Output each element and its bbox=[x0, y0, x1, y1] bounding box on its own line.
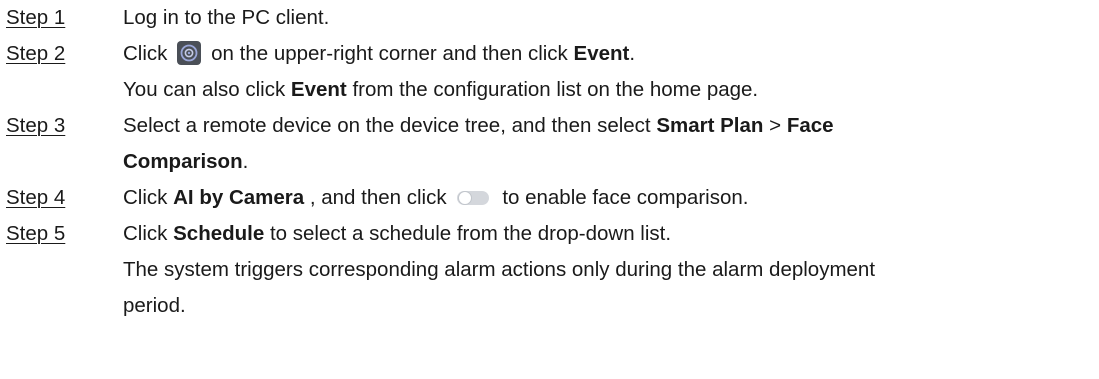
step-2-pre: Click bbox=[123, 42, 168, 65]
step-note: The system triggers corresponding alarm … bbox=[123, 252, 1089, 288]
step-3-bold-1: Smart Plan bbox=[656, 114, 764, 137]
step-4: Step 4 Click AI by Camera , and then cli… bbox=[0, 180, 1099, 216]
step-label: Step 1 bbox=[6, 6, 66, 29]
step-5-note-line-1: The system triggers corresponding alarm … bbox=[123, 258, 876, 281]
step-4-post: to enable face comparison. bbox=[502, 186, 749, 209]
step-3-sep: > bbox=[769, 114, 782, 137]
step-text: Click Schedule to select a schedule from… bbox=[123, 216, 1089, 252]
step-body: Click on the upper-right corner and then… bbox=[123, 36, 1099, 108]
step-text: Click AI by Camera , and then click to e… bbox=[123, 180, 1089, 216]
step-5-pre: Click bbox=[123, 222, 168, 245]
step-5-post: to select a schedule from the drop-down … bbox=[269, 222, 672, 245]
step-label: Step 5 bbox=[6, 222, 66, 245]
step-text: Log in to the PC client. bbox=[123, 0, 1089, 36]
step-body: Log in to the PC client. bbox=[123, 0, 1099, 36]
step-4-mid: , and then click bbox=[309, 186, 447, 209]
step-3-post: . bbox=[242, 150, 249, 173]
step-body: Click Schedule to select a schedule from… bbox=[123, 216, 1099, 324]
step-2-mid: on the upper-right corner and then click bbox=[211, 42, 568, 65]
step-2-post: . bbox=[629, 42, 636, 65]
step-2-bold: Event bbox=[573, 42, 630, 65]
step-label: Step 2 bbox=[6, 42, 66, 65]
step-2-note-bold: Event bbox=[290, 78, 347, 101]
step-body: Select a remote device on the device tre… bbox=[123, 108, 1099, 180]
step-3: Step 3 Select a remote device on the dev… bbox=[0, 108, 1099, 180]
step-3-bold-3: Comparison bbox=[123, 150, 243, 173]
step-2: Step 2 Click on the upper-right corner a… bbox=[0, 36, 1099, 108]
step-2-note-post: from the configuration list on the home … bbox=[352, 78, 759, 101]
step-2-note-pre: You can also click bbox=[123, 78, 286, 101]
step-5-note-line-2: period. bbox=[123, 294, 186, 317]
step-label: Step 3 bbox=[6, 114, 66, 137]
step-text: Click on the upper-right corner and then… bbox=[123, 36, 1089, 72]
step-5: Step 5 Click Schedule to select a schedu… bbox=[0, 216, 1099, 324]
step-text: Select a remote device on the device tre… bbox=[123, 108, 1089, 144]
gear-icon bbox=[177, 41, 202, 65]
step-3-pre: Select a remote device on the device tre… bbox=[123, 114, 651, 137]
step-label: Step 4 bbox=[6, 186, 66, 209]
step-4-bold: AI by Camera bbox=[173, 186, 305, 209]
step-1: Step 1 Log in to the PC client. bbox=[0, 0, 1099, 36]
step-3-bold-2: Face bbox=[786, 114, 834, 137]
step-note: You can also click Event from the config… bbox=[123, 72, 1089, 108]
procedure-steps: Step 1 Log in to the PC client. Step 2 C… bbox=[0, 0, 1099, 324]
step-text-cont: Comparison. bbox=[123, 144, 1089, 180]
step-5-bold: Schedule bbox=[173, 222, 265, 245]
step-4-pre: Click bbox=[123, 186, 168, 209]
step-1-text: Log in to the PC client. bbox=[123, 6, 330, 29]
step-body: Click AI by Camera , and then click to e… bbox=[123, 180, 1099, 216]
toggle-switch-icon bbox=[456, 183, 490, 205]
step-note-cont: period. bbox=[123, 288, 1089, 324]
